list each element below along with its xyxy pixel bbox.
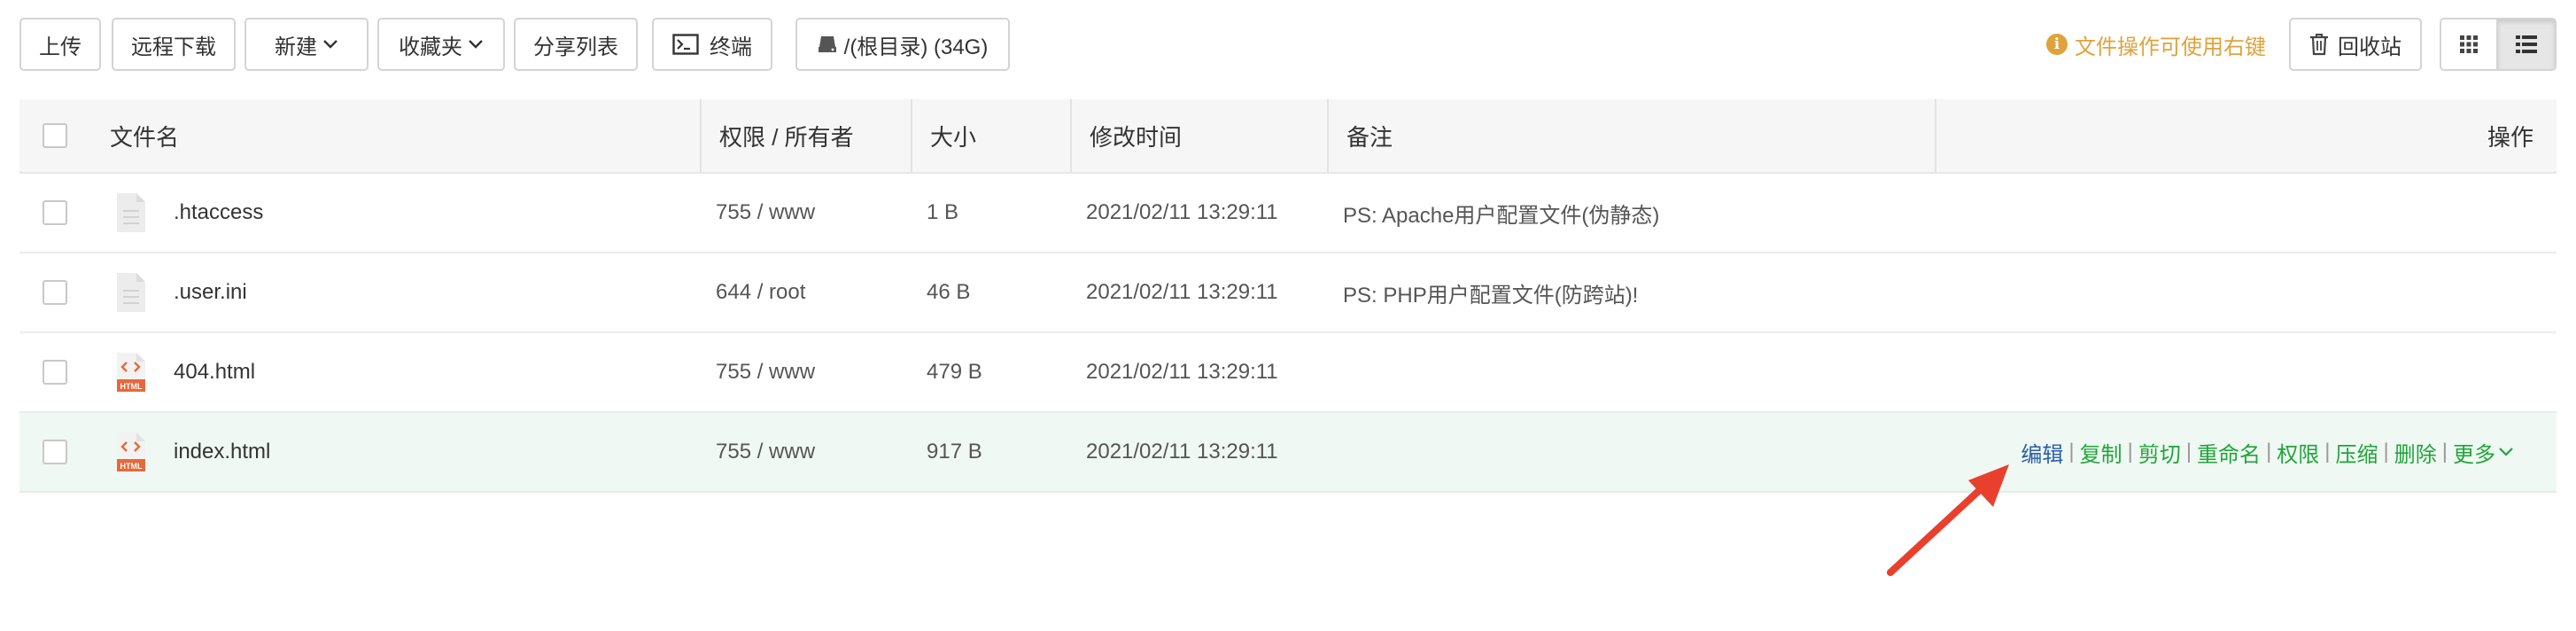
html-icon-label: HTML xyxy=(120,382,143,391)
header-size[interactable]: 大小 xyxy=(911,99,976,172)
text-file-icon xyxy=(117,273,145,312)
list-view-button[interactable] xyxy=(2498,18,2557,71)
upload-label: 上传 xyxy=(39,35,81,59)
file-name[interactable]: .user.ini xyxy=(174,253,247,331)
list-icon xyxy=(2516,35,2537,53)
table-row[interactable]: .user.ini 644 / root 46 B 2021/02/11 13:… xyxy=(19,253,2557,333)
toolbar: 上传 远程下载 新建 收藏夹 分享列表 终端 /(根目录) (34G) i 文件… xyxy=(19,18,2557,73)
file-permission[interactable]: 755 / www xyxy=(716,333,815,411)
file-icon-cell xyxy=(115,253,147,331)
file-permission[interactable]: 644 / root xyxy=(716,253,805,331)
right-click-hint: i 文件操作可使用右键 xyxy=(2046,18,2266,71)
favorites-label: 收藏夹 xyxy=(399,35,462,59)
action-separator: | xyxy=(2324,440,2331,464)
html-file-icon: HTML xyxy=(117,353,145,392)
chevron-down-icon xyxy=(323,40,338,49)
chevron-down-icon[interactable] xyxy=(2498,447,2514,457)
row-checkbox[interactable] xyxy=(43,200,67,225)
header-permission[interactable]: 权限 / 所有者 xyxy=(700,99,854,172)
remote-download-button[interactable]: 远程下载 xyxy=(112,18,236,71)
annotation-arrow-icon xyxy=(1887,464,2009,576)
file-note[interactable]: PS: Apache用户配置文件(伪静态) xyxy=(1343,174,1659,252)
header-modified[interactable]: 修改时间 xyxy=(1070,99,1182,172)
delete-action[interactable]: 删除 xyxy=(2394,437,2437,468)
file-name[interactable]: 404.html xyxy=(174,333,255,411)
select-all-checkbox[interactable] xyxy=(43,123,67,148)
row-checkbox[interactable] xyxy=(43,440,67,464)
header-actions: 操作 xyxy=(2487,123,2533,151)
table-header: 文件名 权限 / 所有者 大小 修改时间 备注 操作 xyxy=(19,99,2557,174)
select-all-cell xyxy=(43,99,67,172)
action-separator: | xyxy=(2068,440,2075,464)
copy-action[interactable]: 复制 xyxy=(2080,437,2122,468)
file-modified: 2021/02/11 13:29:11 xyxy=(1086,200,1278,224)
file-size: 479 B xyxy=(927,360,982,384)
file-size: 1 B xyxy=(927,200,959,224)
remote-download-label: 远程下载 xyxy=(131,35,216,59)
action-separator: | xyxy=(2441,440,2448,464)
path-label: /(根目录) (34G) xyxy=(843,35,989,59)
file-modified: 2021/02/11 13:29:11 xyxy=(1086,360,1278,384)
file-icon-cell xyxy=(115,174,147,252)
table-row[interactable]: HTML 404.html 755 / www 479 B 2021/02/11… xyxy=(19,333,2557,413)
header-filename[interactable]: 文件名 xyxy=(110,99,179,172)
row-checkbox[interactable] xyxy=(43,360,67,385)
disk-icon xyxy=(818,36,836,52)
compress-action[interactable]: 压缩 xyxy=(2336,437,2378,468)
more-action[interactable]: 更多 xyxy=(2453,437,2495,468)
share-list-label: 分享列表 xyxy=(533,35,618,59)
grid-icon xyxy=(2460,35,2478,53)
recycle-bin-button[interactable]: 回收站 xyxy=(2289,18,2422,71)
file-note[interactable]: PS: PHP用户配置文件(防跨站)! xyxy=(1343,253,1638,331)
terminal-label: 终端 xyxy=(710,35,752,59)
row-actions: 编辑 | 复制 | 剪切 | 重命名 | 权限 | 压缩 | 删除 | 更多 xyxy=(2021,413,2514,491)
text-file-icon xyxy=(117,193,145,232)
new-label: 新建 xyxy=(275,35,317,59)
path-drive-button[interactable]: /(根目录) (34G) xyxy=(795,18,1010,71)
html-file-icon: HTML xyxy=(117,432,145,471)
permission-action[interactable]: 权限 xyxy=(2277,437,2319,468)
action-separator: | xyxy=(2266,440,2272,464)
recycle-bin-label: 回收站 xyxy=(2338,35,2401,59)
row-checkbox[interactable] xyxy=(43,280,67,305)
share-list-button[interactable]: 分享列表 xyxy=(514,18,638,71)
action-separator: | xyxy=(2127,440,2133,464)
file-size: 46 B xyxy=(927,280,971,304)
file-icon-cell: HTML xyxy=(115,413,147,491)
terminal-icon xyxy=(672,34,699,55)
table-row[interactable]: HTML index.html 755 / www 917 B 2021/02/… xyxy=(19,413,2557,493)
new-dropdown-button[interactable]: 新建 xyxy=(244,18,369,71)
hint-text: 文件操作可使用右键 xyxy=(2075,35,2266,59)
file-permission[interactable]: 755 / www xyxy=(716,174,815,252)
file-table: 文件名 权限 / 所有者 大小 修改时间 备注 操作 .htaccess 755… xyxy=(19,99,2557,493)
row-checkbox-cell xyxy=(43,174,67,252)
html-icon-label: HTML xyxy=(120,462,143,471)
cut-action[interactable]: 剪切 xyxy=(2138,437,2181,468)
info-icon: i xyxy=(2046,34,2068,55)
file-icon-cell: HTML xyxy=(115,333,147,411)
chevron-down-icon xyxy=(469,40,483,49)
file-modified: 2021/02/11 13:29:11 xyxy=(1086,440,1278,464)
edit-action[interactable]: 编辑 xyxy=(2021,437,2063,468)
rename-action[interactable]: 重命名 xyxy=(2197,437,2261,468)
file-permission[interactable]: 755 / www xyxy=(716,413,815,491)
row-checkbox-cell xyxy=(43,333,67,411)
file-modified: 2021/02/11 13:29:11 xyxy=(1086,280,1278,304)
terminal-button[interactable]: 终端 xyxy=(652,18,772,71)
table-row[interactable]: .htaccess 755 / www 1 B 2021/02/11 13:29… xyxy=(19,174,2557,253)
view-toggle-group xyxy=(2440,18,2557,71)
row-checkbox-cell xyxy=(43,253,67,331)
favorites-dropdown-button[interactable]: 收藏夹 xyxy=(377,18,505,71)
trash-icon xyxy=(2310,34,2328,56)
header-divider xyxy=(1935,99,1936,172)
action-separator: | xyxy=(2185,440,2192,464)
header-note: 备注 xyxy=(1327,99,1393,172)
file-size: 917 B xyxy=(927,440,982,464)
grid-view-button[interactable] xyxy=(2440,18,2498,71)
file-name[interactable]: .htaccess xyxy=(174,174,263,252)
action-separator: | xyxy=(2383,440,2389,464)
row-checkbox-cell xyxy=(43,413,67,491)
upload-button[interactable]: 上传 xyxy=(19,18,101,71)
file-name[interactable]: index.html xyxy=(174,413,270,491)
